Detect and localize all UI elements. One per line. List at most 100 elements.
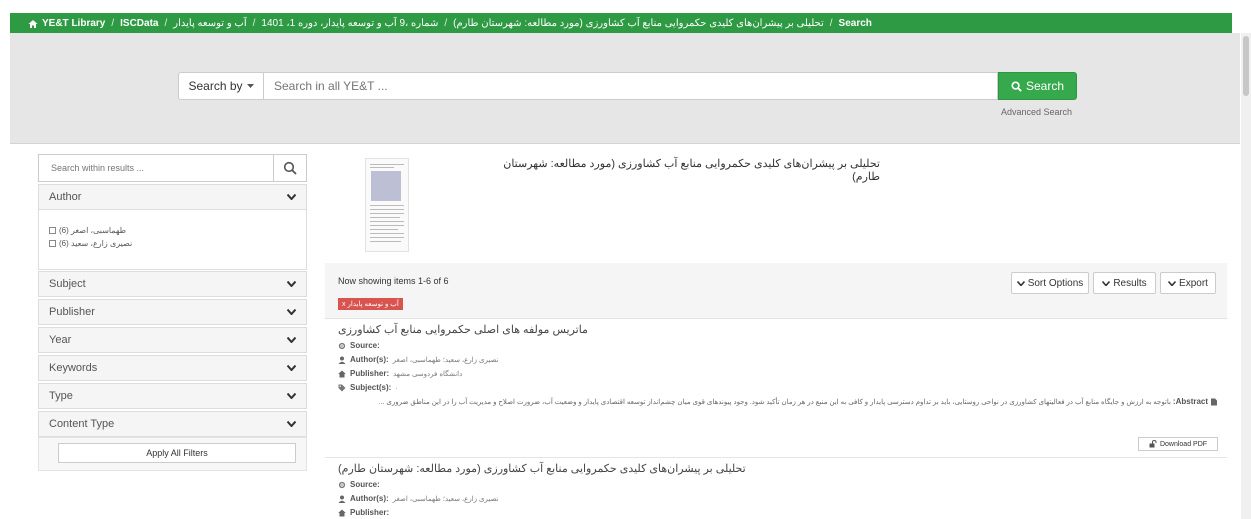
publisher-value: دانشگاه فردوسی مشهد	[393, 370, 463, 378]
search-by-dropdown[interactable]: Search by	[178, 72, 264, 100]
result-publisher: Publisher:	[338, 508, 1218, 517]
result-publisher: Publisher: دانشگاه فردوسی مشهد	[338, 369, 1218, 378]
search-icon	[283, 161, 297, 175]
advanced-search-link[interactable]: Advanced Search	[1001, 107, 1072, 117]
publisher-label: Publisher:	[350, 369, 390, 378]
chevron-down-icon	[287, 309, 296, 315]
search-within-input[interactable]	[38, 154, 274, 182]
scrollbar-thumb[interactable]	[1243, 36, 1249, 96]
breadcrumb-separator: /	[252, 17, 256, 29]
breadcrumb-journal[interactable]: آب و توسعه پایدار	[173, 18, 246, 29]
home-icon	[338, 509, 346, 516]
file-text-icon	[1211, 398, 1217, 406]
breadcrumb-search: Search	[838, 17, 872, 29]
result-item: ماتریس مولفه های اصلی حکمروایی منابع آب …	[338, 323, 1218, 409]
featured-title[interactable]: تحلیلی بر پیشران‌های کلیدی حکمروایی مناب…	[486, 157, 880, 183]
author-option-label: طهماسبی، اصغر (6)	[59, 226, 127, 235]
active-filter-tag[interactable]: آب و توسعه پایدار x	[338, 298, 403, 310]
breadcrumb: YE&T Library / ISCData / آب و توسعه پاید…	[10, 13, 1232, 33]
thumbnail-line	[370, 217, 400, 218]
thumbnail-line	[370, 205, 404, 206]
facet-year-label: Year	[49, 334, 72, 346]
apply-filters-button[interactable]: Apply All Filters	[58, 443, 296, 463]
facet-publisher[interactable]: Publisher	[38, 299, 307, 325]
source-label: Source:	[350, 480, 380, 489]
chevron-down-icon	[287, 393, 296, 399]
search-button-label: Search	[1025, 79, 1065, 93]
unlock-icon	[1149, 440, 1157, 448]
close-icon[interactable]: x	[342, 301, 346, 308]
authors-label: Author(s):	[350, 494, 389, 503]
result-authors: Author(s): نصیری زارع، سعید؛ طهماسبی، اص…	[338, 494, 1218, 503]
gear-icon	[338, 342, 346, 349]
results-label: Results	[1113, 277, 1147, 289]
chevron-down-icon	[1016, 280, 1025, 286]
thumbnail-line	[370, 209, 404, 210]
search-button[interactable]: Search	[998, 72, 1077, 100]
facet-keywords-label: Keywords	[49, 362, 98, 374]
download-pdf-button[interactable]: Download PDF	[1138, 437, 1218, 451]
results-count: Now showing items 1-6 of 6	[338, 276, 449, 286]
search-by-label: Search by	[188, 79, 243, 93]
breadcrumb-iscdata[interactable]: ISCData	[120, 18, 158, 29]
search-icon	[1011, 80, 1022, 92]
facet-subject[interactable]: Subject	[38, 271, 307, 297]
tags-icon	[338, 384, 346, 391]
thumbnail-line	[370, 237, 404, 238]
caret-down-icon	[246, 83, 254, 88]
page-scrollbar[interactable]	[1241, 33, 1251, 519]
document-thumbnail[interactable]	[365, 158, 409, 252]
user-icon	[338, 495, 346, 503]
search-within-box	[38, 154, 307, 182]
chevron-down-icon	[287, 337, 296, 343]
search-bar: Search by Search	[178, 72, 1077, 100]
author-option[interactable]: نصیری زارع، سعید (6)	[49, 239, 132, 248]
export-button[interactable]: Export	[1160, 272, 1216, 294]
checkbox[interactable]	[49, 227, 56, 234]
result-divider	[325, 457, 1227, 458]
breadcrumb-separator: /	[111, 17, 115, 29]
source-label: Source:	[350, 341, 380, 350]
search-input[interactable]	[264, 72, 998, 100]
facet-author[interactable]: Author	[38, 184, 307, 210]
thumbnail-line	[370, 225, 404, 226]
facet-publisher-label: Publisher	[49, 306, 95, 318]
result-title[interactable]: ماتریس مولفه های اصلی حکمروایی منابع آب …	[338, 323, 1218, 336]
export-label: Export	[1179, 277, 1208, 289]
thumbnail-line	[370, 229, 398, 230]
thumbnail-line	[370, 233, 404, 234]
authors-value[interactable]: نصیری زارع، سعید؛ طهماسبی، اصغر	[393, 495, 499, 503]
breadcrumb-library[interactable]: YE&T Library	[42, 18, 105, 29]
facet-content-type[interactable]: Content Type	[38, 411, 307, 437]
result-source: Source:	[338, 341, 1218, 350]
breadcrumb-issue[interactable]: 1401 ،1 شماره ،9 آب و توسعه پایدار، دوره	[261, 18, 438, 29]
chevron-down-icon	[287, 194, 296, 200]
breadcrumb-separator: /	[444, 17, 448, 29]
facet-year[interactable]: Year	[38, 327, 307, 353]
breadcrumb-separator: /	[164, 17, 168, 29]
results-button[interactable]: Results	[1093, 272, 1156, 294]
result-item: تحلیلی بر پیشران‌های کلیدی حکمروایی مناب…	[338, 462, 1218, 517]
author-option[interactable]: طهماسبی، اصغر (6)	[49, 226, 126, 235]
thumbnail-line	[370, 241, 401, 242]
chevron-down-icon	[287, 421, 296, 427]
facet-type[interactable]: Type	[38, 383, 307, 409]
facet-keywords[interactable]: Keywords	[38, 355, 307, 381]
chevron-down-icon	[287, 281, 296, 287]
author-option-label: نصیری زارع، سعید (6)	[59, 239, 133, 248]
checkbox[interactable]	[49, 240, 56, 247]
subjects-value: .	[395, 384, 398, 391]
breadcrumb-article[interactable]: تحلیلی بر پیشران‌های کلیدی حکمروایی مناب…	[453, 18, 824, 29]
result-abstract: Abstract: باتوجه به ارزش و جایگاه منابع …	[338, 396, 1218, 409]
thumbnail-figure	[371, 171, 401, 201]
result-title[interactable]: تحلیلی بر پیشران‌های کلیدی حکمروایی مناب…	[338, 462, 1218, 475]
results-header	[325, 263, 1227, 319]
sort-options-label: Sort Options	[1027, 277, 1084, 289]
sort-options-button[interactable]: Sort Options	[1011, 272, 1089, 294]
breadcrumb-separator: /	[829, 17, 833, 29]
download-pdf-label: Download PDF	[1159, 440, 1208, 448]
search-within-button[interactable]	[274, 154, 307, 182]
authors-value[interactable]: نصیری زارع، سعید؛ طهماسبی، اصغر	[393, 356, 499, 364]
chevron-down-icon	[1102, 280, 1111, 286]
home-icon[interactable]	[28, 19, 38, 29]
